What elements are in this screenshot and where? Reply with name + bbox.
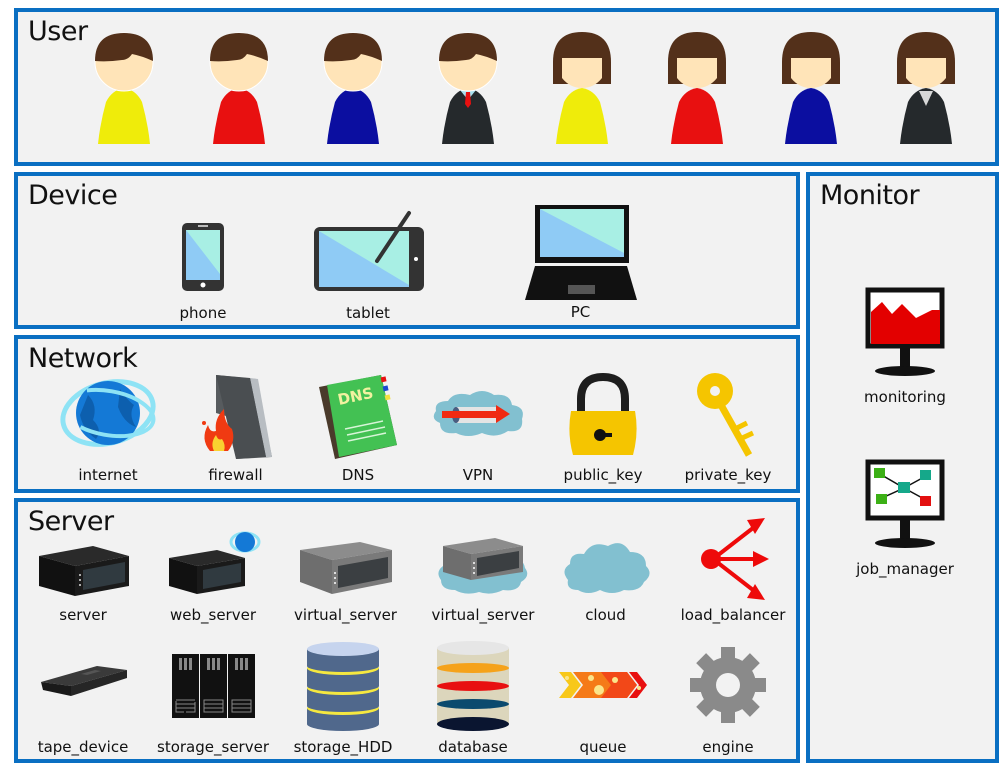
network-label: public_key xyxy=(563,466,643,484)
server-panel-title: Server xyxy=(28,506,114,537)
network-label: firewall xyxy=(208,466,263,484)
vpn-tunnel-icon xyxy=(433,391,523,436)
tablet-icon xyxy=(313,211,424,291)
server-label: server xyxy=(59,606,107,624)
server-item-database[interactable]: database xyxy=(418,640,528,760)
female-user-icon[interactable] xyxy=(779,28,843,146)
network-dns[interactable]: DNS DNS xyxy=(313,371,403,487)
server-panel: Server server web_server virtual_server … xyxy=(14,498,800,763)
dns-book-icon: DNS xyxy=(319,375,397,459)
device-phone[interactable]: phone xyxy=(173,222,233,327)
gear-icon xyxy=(690,647,766,723)
device-pc[interactable]: PC xyxy=(518,203,643,327)
server-item-tape-device[interactable]: tape_device xyxy=(33,660,133,760)
network-label: private_key xyxy=(684,466,772,484)
server-item-virtual-server[interactable]: virtual_server xyxy=(288,538,403,628)
server-item-engine[interactable]: engine xyxy=(678,645,778,760)
server-label: web_server xyxy=(169,606,257,624)
hair xyxy=(209,33,268,62)
network-panel-title: Network xyxy=(28,343,138,374)
monitoring-screen-icon xyxy=(865,287,945,376)
male-user-icon[interactable] xyxy=(92,28,156,146)
server-item-server[interactable]: server xyxy=(33,542,133,628)
server-label: queue xyxy=(579,738,627,756)
server-item-storage-hdd[interactable]: storage_HDD xyxy=(288,640,398,760)
monitor-label: monitoring xyxy=(864,388,946,406)
monitor-panel-title: Monitor xyxy=(820,180,920,211)
male-user-icon[interactable] xyxy=(321,28,385,146)
database-icon xyxy=(437,641,509,731)
load-balancer-icon xyxy=(701,518,769,600)
server-item-queue[interactable]: queue xyxy=(553,670,653,760)
network-panel: Network internet firewall DNS DNS VPN pu… xyxy=(14,335,800,493)
user-body xyxy=(212,88,265,144)
female-user-icon[interactable] xyxy=(894,28,958,146)
female-user-icon[interactable] xyxy=(665,28,729,146)
user-body xyxy=(556,88,608,144)
network-private-key[interactable]: private_key xyxy=(673,371,783,487)
device-panel-title: Device xyxy=(28,180,118,211)
user-body xyxy=(98,88,150,144)
tape-device-icon xyxy=(41,666,127,696)
male-user-icon[interactable] xyxy=(436,28,500,146)
server-item-storage-server[interactable]: storage_server xyxy=(157,652,269,760)
virtual-server-icon xyxy=(299,542,392,594)
network-label: internet xyxy=(78,466,138,484)
device-tablet[interactable]: tablet xyxy=(308,209,428,327)
queue-icon xyxy=(559,672,647,698)
hair xyxy=(324,33,382,62)
monitor-panel: Monitor monitoring job_manager xyxy=(806,172,999,763)
user-panel: User xyxy=(14,8,999,166)
server-icon xyxy=(39,546,129,596)
user-body xyxy=(785,88,837,144)
server-label: storage_HDD xyxy=(293,738,393,756)
hdd-stack-icon xyxy=(307,642,379,731)
server-label: database xyxy=(438,738,508,756)
cloud-icon xyxy=(563,543,650,593)
key-icon xyxy=(697,373,755,457)
network-internet[interactable]: internet xyxy=(58,375,158,487)
server-label: virtual_server xyxy=(294,606,397,624)
server-label: virtual_server xyxy=(431,606,535,624)
server-item-web-server[interactable]: web_server xyxy=(158,528,268,628)
user-body xyxy=(670,88,723,144)
server-label: engine xyxy=(702,738,754,756)
server-item-cloud[interactable]: cloud xyxy=(558,538,653,628)
server-label: storage_server xyxy=(157,738,269,756)
web-server-icon xyxy=(169,531,261,594)
server-label: load_balancer xyxy=(680,606,786,624)
job-manager-screen-icon xyxy=(865,459,945,548)
user-body xyxy=(327,88,379,144)
monitor-item-monitoring[interactable]: monitoring xyxy=(830,286,980,416)
network-label: DNS xyxy=(341,466,375,484)
network-label: VPN xyxy=(462,466,494,484)
server-item-virtual-server-2[interactable]: virtual_server xyxy=(428,534,538,628)
network-firewall[interactable]: firewall xyxy=(188,373,283,487)
hair xyxy=(438,33,497,62)
monitor-label: job_manager xyxy=(856,560,954,578)
monitor-item-job-manager[interactable]: job_manager xyxy=(830,458,980,588)
network-public-key[interactable]: public_key xyxy=(553,373,653,487)
phone-icon xyxy=(182,223,224,291)
server-label: cloud xyxy=(585,606,626,624)
device-label: phone xyxy=(179,304,227,322)
firewall-icon xyxy=(201,375,272,459)
storage-server-icon xyxy=(172,654,255,718)
user-panel-title: User xyxy=(28,16,88,47)
cloud-virtual-server-icon xyxy=(438,538,528,594)
device-label: PC xyxy=(570,303,591,321)
globe-icon xyxy=(60,379,156,447)
female-user-icon[interactable] xyxy=(550,28,614,146)
hair xyxy=(95,33,153,62)
male-user-icon[interactable] xyxy=(207,28,271,146)
network-vpn[interactable]: VPN xyxy=(428,389,528,487)
server-item-load-balancer[interactable]: load_balancer xyxy=(673,514,793,628)
device-panel: Device phone tablet PC xyxy=(14,172,800,329)
device-label: tablet xyxy=(346,304,390,322)
server-label: tape_device xyxy=(37,738,129,756)
laptop-icon xyxy=(524,205,637,300)
padlock-icon xyxy=(569,373,637,455)
